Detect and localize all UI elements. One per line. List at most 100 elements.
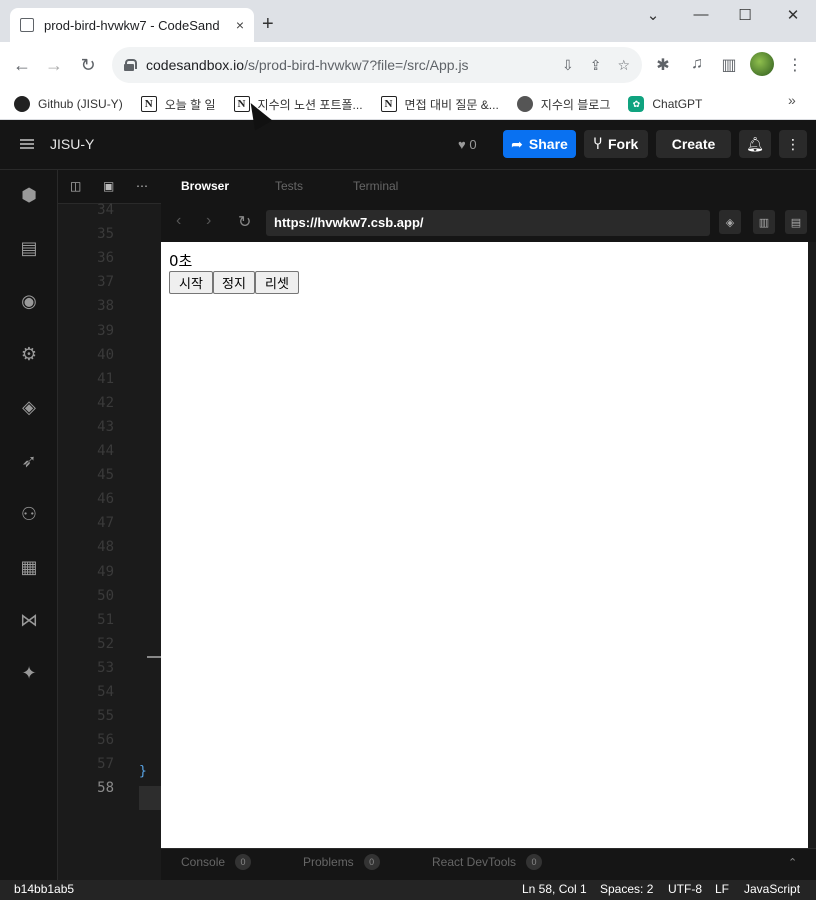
files-icon[interactable]: ▤ bbox=[15, 234, 43, 262]
line-number: 34 bbox=[97, 202, 114, 218]
new-tab-button[interactable]: + bbox=[262, 14, 274, 34]
vscode-icon[interactable]: ⋈ bbox=[15, 606, 43, 634]
fork-button[interactable]: Ⴤ Fork bbox=[584, 130, 648, 158]
address-bar[interactable]: codesandbox.io/s/prod-bird-hvwkw7?file=/… bbox=[112, 47, 642, 83]
line-number: 41 bbox=[97, 370, 114, 387]
github-icon[interactable]: ◈ bbox=[15, 393, 43, 421]
bookmark-blog[interactable]: 지수의 블로그 bbox=[516, 96, 610, 113]
settings-gear-icon[interactable]: ⚙ bbox=[15, 340, 43, 368]
line-number: 38 bbox=[97, 298, 114, 315]
install-icon[interactable]: ⇩ bbox=[562, 57, 574, 74]
media-icon[interactable]: ♫ bbox=[686, 55, 708, 73]
bookmark-chatgpt[interactable]: ✿ ChatGPT bbox=[628, 96, 702, 112]
search-icon[interactable]: ◉ bbox=[15, 287, 43, 315]
line-number: 36 bbox=[97, 250, 114, 267]
line-ending[interactable]: LF bbox=[715, 882, 729, 896]
sandbox-cube-icon[interactable]: ⬢ bbox=[15, 181, 43, 209]
indent-setting[interactable]: Spaces: 2 bbox=[600, 882, 653, 896]
notifications-bell-icon[interactable]: 🔔︎ bbox=[739, 130, 771, 158]
preview-layout-icon[interactable]: ▤ bbox=[785, 210, 807, 234]
preview-reload-icon[interactable]: ↻ bbox=[238, 212, 251, 232]
start-button[interactable]: 시작 bbox=[169, 271, 213, 294]
line-number: 39 bbox=[97, 322, 114, 339]
back-arrow-icon[interactable]: ← bbox=[10, 55, 34, 75]
bookmark-label: Github (JISU-Y) bbox=[38, 97, 123, 111]
bookmark-label: 오늘 할 일 bbox=[164, 97, 216, 112]
encoding[interactable]: UTF-8 bbox=[668, 882, 702, 896]
browser-tab[interactable]: prod-bird-hvwkw7 - CodeSand × bbox=[10, 8, 254, 42]
chrome-menu-icon[interactable]: ⋮ bbox=[784, 55, 806, 75]
commit-hash[interactable]: b14bb1ab5 bbox=[14, 882, 74, 896]
bookmarks-more-icon[interactable]: » bbox=[788, 92, 796, 108]
line-number: 40 bbox=[97, 346, 114, 363]
react-devtools-label: React DevTools bbox=[432, 855, 517, 869]
line-number: 42 bbox=[97, 394, 114, 411]
bookmark-todo[interactable]: N 오늘 할 일 bbox=[140, 96, 216, 113]
docker-icon[interactable]: ▦ bbox=[15, 553, 43, 581]
create-button[interactable]: Create bbox=[656, 130, 731, 158]
lock-icon bbox=[124, 59, 137, 71]
close-tab-icon[interactable]: × bbox=[236, 17, 244, 33]
open-new-window-icon[interactable]: ▥ bbox=[753, 210, 775, 234]
reload-icon[interactable]: ↻ bbox=[76, 55, 100, 75]
extensions-icon[interactable]: ✱ bbox=[652, 55, 674, 75]
minimize-button[interactable]: — bbox=[686, 6, 716, 23]
side-panel-icon[interactable]: ▥ bbox=[718, 55, 740, 75]
live-users-icon[interactable]: ⚇ bbox=[15, 500, 43, 528]
reset-button[interactable]: 리셋 bbox=[255, 271, 299, 294]
forward-arrow-icon[interactable]: → bbox=[42, 55, 66, 75]
line-number: 48 bbox=[97, 539, 114, 556]
preview-back-icon[interactable]: ‹ bbox=[176, 212, 181, 230]
problems-count-badge: 0 bbox=[363, 854, 380, 870]
split-layout-icon[interactable]: ◫ bbox=[70, 179, 81, 193]
likes-counter[interactable]: ♥ 0 bbox=[458, 137, 477, 152]
tab-terminal[interactable]: Terminal bbox=[353, 179, 398, 193]
hamburger-menu-icon[interactable] bbox=[20, 139, 34, 149]
bookmark-star-icon[interactable]: ☆ bbox=[617, 57, 630, 74]
preview-toggle-icon[interactable]: ▣ bbox=[103, 179, 114, 193]
open-devtools-icon[interactable]: ◈ bbox=[719, 210, 741, 234]
close-window-button[interactable]: ✕ bbox=[778, 6, 808, 24]
console-tab[interactable]: Console 0 bbox=[181, 854, 252, 870]
deploy-rocket-icon[interactable]: ➶ bbox=[15, 447, 43, 475]
tab-browser[interactable]: Browser bbox=[181, 179, 229, 193]
problems-tab[interactable]: Problems 0 bbox=[303, 854, 380, 870]
preview-forward-icon[interactable]: › bbox=[206, 212, 211, 230]
fork-icon: Ⴤ bbox=[593, 135, 602, 152]
preview-url-field[interactable]: https://hvwkw7.csb.app/ bbox=[266, 210, 710, 236]
line-number: 47 bbox=[97, 515, 114, 532]
share-arrow-icon: ➦ bbox=[511, 135, 523, 152]
ai-sparkle-icon[interactable]: ✦ bbox=[15, 659, 43, 687]
tab-tests[interactable]: Tests bbox=[275, 179, 303, 193]
share-button[interactable]: ➦ Share bbox=[503, 130, 576, 158]
stop-button[interactable]: 정지 bbox=[213, 271, 255, 294]
preview-frame bbox=[161, 242, 808, 848]
heart-icon: ♥ bbox=[458, 137, 466, 152]
share-label: Share bbox=[528, 136, 568, 152]
react-devtools-tab[interactable]: React DevTools 0 bbox=[432, 854, 543, 870]
tab-search-icon[interactable]: ⌄ bbox=[638, 6, 668, 24]
active-line-highlight bbox=[139, 786, 161, 810]
maximize-button[interactable]: ☐ bbox=[730, 6, 760, 24]
bookmark-label: 면접 대비 질문 &... bbox=[404, 97, 499, 112]
language-mode[interactable]: JavaScript bbox=[744, 882, 800, 896]
console-label: Console bbox=[181, 855, 226, 869]
editor-more-icon[interactable]: ⋯ bbox=[136, 179, 148, 193]
line-number: 49 bbox=[97, 563, 114, 580]
github-icon bbox=[14, 96, 30, 112]
bookmark-interview[interactable]: N 면접 대비 질문 &... bbox=[380, 96, 499, 113]
line-number: 44 bbox=[97, 443, 114, 459]
more-options-icon[interactable]: ⋮ bbox=[779, 130, 807, 158]
fork-label: Fork bbox=[607, 136, 639, 152]
cursor-position[interactable]: Ln 58, Col 1 bbox=[522, 882, 587, 896]
notion-icon: N bbox=[380, 96, 397, 112]
chevron-up-icon[interactable]: ⌃ bbox=[788, 856, 797, 869]
chatgpt-icon: ✿ bbox=[628, 96, 645, 112]
bookmark-github[interactable]: Github (JISU-Y) bbox=[14, 96, 123, 112]
line-number: 56 bbox=[97, 732, 114, 749]
workspace-name[interactable]: JISU-Y bbox=[50, 136, 94, 152]
closing-brace: } bbox=[139, 764, 147, 779]
preview-scrollbar[interactable] bbox=[808, 242, 816, 848]
profile-avatar[interactable] bbox=[750, 52, 774, 76]
share-page-icon[interactable]: ⇪ bbox=[590, 57, 602, 74]
